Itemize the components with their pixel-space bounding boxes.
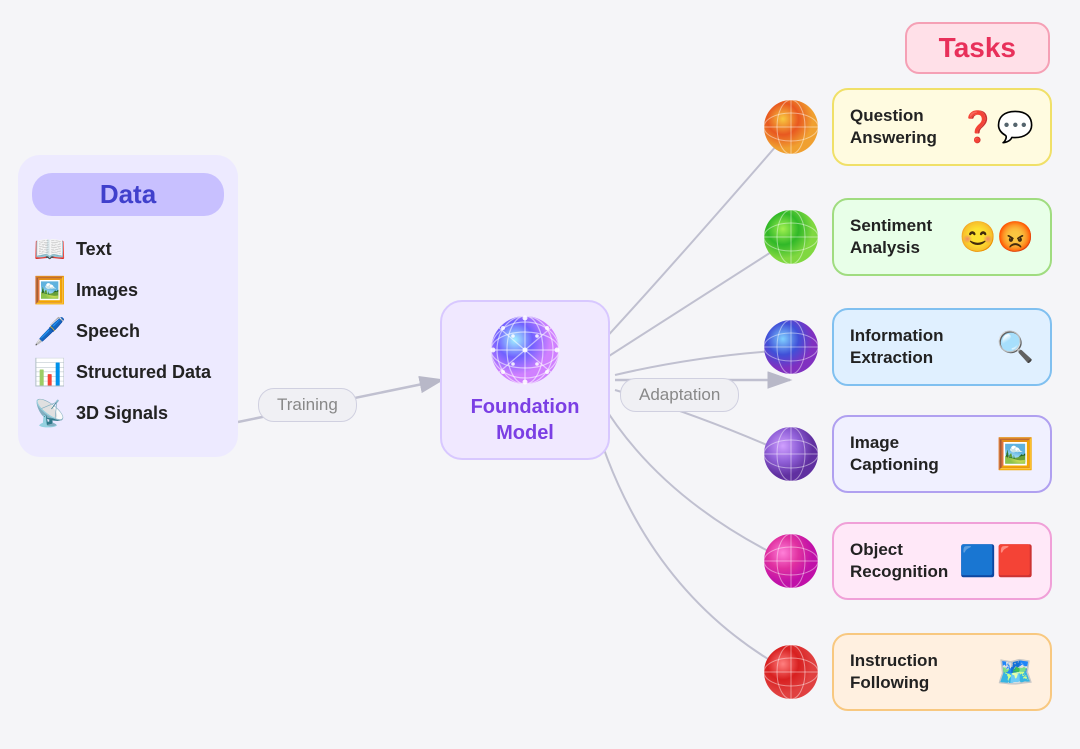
data-title: Data [32, 173, 224, 216]
task-card-image-captioning: Image Captioning 🖼️ [832, 415, 1052, 493]
foundation-model-label: FoundationModel [471, 394, 580, 446]
image-captioning-icon: 🖼️ [997, 437, 1034, 472]
data-item-speech: 🖊️ Speech [32, 316, 224, 347]
info-extraction-icon: 🔍 [997, 330, 1034, 365]
data-item-structured: 📊 Structured Data [32, 357, 224, 388]
instruction-following-label: Instruction Following [850, 650, 989, 694]
task-card-question-answering: Question Answering ❓💬 [832, 88, 1052, 166]
task-card-object-recognition: Object Recognition 🟦🟥 [832, 522, 1052, 600]
question-answering-label: Question Answering [850, 105, 951, 149]
foundation-model-box: FoundationModel [440, 300, 610, 460]
sentiment-analysis-label: Sentiment Analysis [850, 215, 951, 259]
question-answering-icon: ❓💬 [959, 110, 1034, 145]
task-card-sentiment: Sentiment Analysis 😊😡 [832, 198, 1052, 276]
sentiment-icon: 😊😡 [959, 220, 1034, 255]
object-recognition-label: Object Recognition [850, 539, 951, 583]
data-panel: Data 📖 Text 🖼️ Images 🖊️ Speech 📊 Struct… [18, 155, 238, 457]
data-item-images: 🖼️ Images [32, 275, 224, 306]
task-card-info-extraction: Information Extraction 🔍 [832, 308, 1052, 386]
tasks-label: Tasks [905, 22, 1050, 74]
speech-icon: 🖊️ [32, 316, 68, 347]
text-icon: 📖 [32, 234, 68, 265]
image-captioning-label: Image Captioning [850, 432, 989, 476]
information-extraction-label: Information Extraction [850, 325, 989, 369]
adaptation-label: Adaptation [620, 378, 739, 412]
instruction-following-icon: 🗺️ [997, 655, 1034, 690]
images-icon: 🖼️ [32, 275, 68, 306]
data-item-text: 📖 Text [32, 234, 224, 265]
object-recognition-icon: 🟦🟥 [959, 544, 1034, 579]
data-item-3d-signals: 📡 3D Signals [32, 398, 224, 429]
task-card-instruction-following: Instruction Following 🗺️ [832, 633, 1052, 711]
structured-data-icon: 📊 [32, 357, 68, 388]
3d-signals-icon: 📡 [32, 398, 68, 429]
training-label: Training [258, 388, 357, 422]
